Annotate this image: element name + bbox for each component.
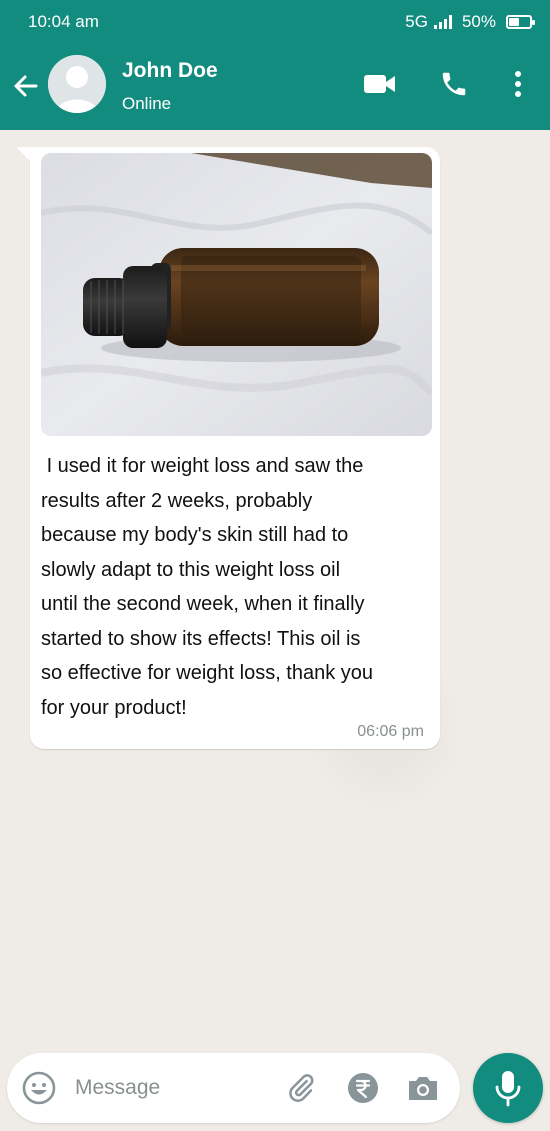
- battery-icon: [506, 15, 535, 29]
- signal-icon: [433, 15, 452, 29]
- mic-button[interactable]: [473, 1053, 543, 1123]
- more-vertical-icon[interactable]: [498, 64, 538, 104]
- camera-icon[interactable]: [405, 1070, 441, 1106]
- top-bar: 10:04 am 5G 50% John Doe Online: [0, 0, 550, 130]
- back-arrow-icon[interactable]: [10, 70, 42, 102]
- status-right: 5G 50%: [405, 12, 535, 32]
- app-bar: John Doe Online: [0, 42, 550, 130]
- contact-status: Online: [122, 94, 172, 113]
- battery-percent: 50%: [461, 12, 496, 31]
- phone-icon[interactable]: [434, 64, 474, 104]
- attach-icon[interactable]: [283, 1070, 319, 1106]
- mic-icon: [495, 1071, 521, 1107]
- incoming-message-bubble[interactable]: I used it for weight loss and saw the re…: [30, 147, 440, 749]
- status-time: 10:04 am: [28, 12, 99, 31]
- emoji-icon[interactable]: [21, 1070, 57, 1106]
- video-call-icon[interactable]: [360, 64, 400, 104]
- message-time: 06:06 pm: [357, 723, 424, 740]
- message-photo[interactable]: [41, 153, 432, 436]
- message-text: I used it for weight loss and saw the re…: [41, 455, 374, 719]
- message-input[interactable]: [75, 1072, 275, 1104]
- message-composer: [7, 1053, 460, 1123]
- avatar[interactable]: [48, 55, 106, 113]
- contact-name[interactable]: John Doe: [122, 59, 218, 83]
- rupee-payment-icon[interactable]: [345, 1070, 381, 1106]
- status-bar: 10:04 am 5G 50%: [0, 0, 550, 42]
- network-label: 5G: [405, 12, 428, 31]
